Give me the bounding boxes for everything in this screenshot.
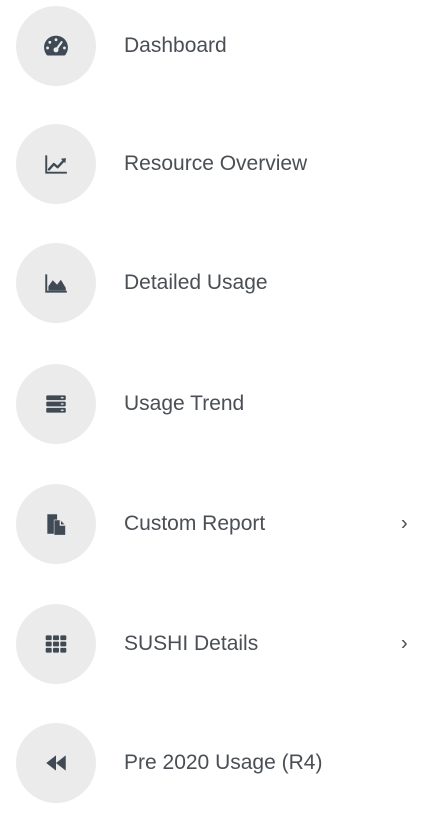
backward-icon	[46, 755, 66, 771]
speedometer-icon	[44, 35, 68, 56]
server-stack-icon	[46, 395, 66, 413]
nav-item-dashboard[interactable]: Dashboard	[0, 0, 421, 96]
sidebar-nav: Dashboard Resource Overview Detailed Usa…	[0, 0, 421, 803]
icon-circle	[16, 364, 96, 444]
grid-icon	[45, 635, 67, 653]
nav-item-detailed-usage[interactable]: Detailed Usage	[0, 233, 421, 333]
icon-circle	[16, 243, 96, 323]
nav-item-resource-overview[interactable]: Resource Overview	[0, 114, 421, 214]
line-chart-icon	[45, 155, 67, 174]
nav-item-label: Custom Report	[124, 512, 266, 535]
nav-item-label: Detailed Usage	[124, 271, 268, 294]
area-chart-icon	[45, 274, 67, 293]
icon-circle	[16, 723, 96, 803]
nav-item-usage-trend[interactable]: Usage Trend	[0, 354, 421, 454]
icon-circle	[16, 604, 96, 684]
nav-item-label: Usage Trend	[124, 392, 245, 415]
nav-item-label: Dashboard	[124, 34, 227, 57]
icon-circle	[16, 124, 96, 204]
icon-circle	[16, 484, 96, 564]
icon-circle	[16, 6, 96, 86]
chevron-right-icon[interactable]: ›	[401, 633, 408, 656]
copy-document-icon	[47, 514, 66, 535]
nav-item-label: Pre 2020 Usage (R4)	[124, 751, 323, 774]
nav-item-sushi-details[interactable]: SUSHI Details ›	[0, 594, 421, 694]
nav-item-label: SUSHI Details	[124, 632, 259, 655]
nav-item-label: Resource Overview	[124, 152, 308, 175]
nav-item-custom-report[interactable]: Custom Report ›	[0, 474, 421, 574]
chevron-right-icon[interactable]: ›	[401, 513, 408, 536]
nav-item-pre-2020-usage[interactable]: Pre 2020 Usage (R4)	[0, 713, 421, 813]
